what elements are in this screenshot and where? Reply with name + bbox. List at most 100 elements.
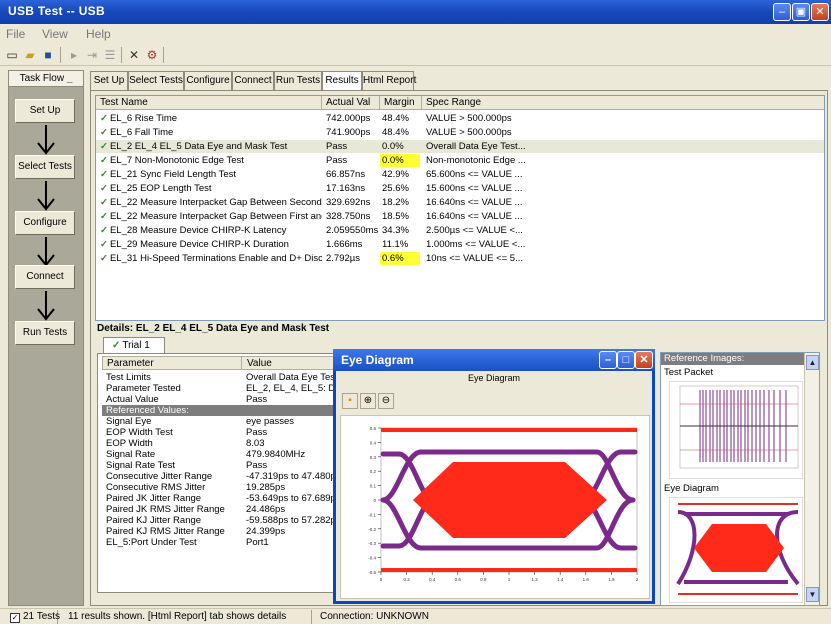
connection-status: Connection: UNKNOWN — [320, 611, 429, 622]
value-cell: eye passes — [246, 416, 295, 427]
minimize-button[interactable]: – — [773, 3, 791, 21]
flow-configure-button[interactable]: Configure — [15, 211, 75, 235]
tab-results[interactable]: Results — [322, 71, 362, 91]
scroll-down-button[interactable]: ▼ — [806, 587, 819, 602]
check-icon: ✓ — [100, 253, 108, 264]
save-icon[interactable]: ■ — [40, 47, 56, 63]
tab-trial-1[interactable]: ✓ Trial 1 — [103, 337, 165, 353]
spec-range-cell: 10ns <= VALUE <= 5... — [426, 253, 523, 264]
list-icon[interactable]: ☰ — [102, 47, 118, 63]
table-row[interactable]: ✓ EL_25 EOP Length Test 17.163ns 25.6% 15.60… — [96, 182, 824, 195]
test-packet-thumbnail[interactable] — [669, 381, 803, 479]
flow-connect-button[interactable]: Connect — [15, 265, 75, 289]
x-tick-label: 1.2 — [531, 577, 538, 582]
zoom-in-icon[interactable]: ⊕ — [360, 393, 376, 409]
toolbar: ▭ ▰ ■ ▸ ⇥ ☰ ✕ ⚙ — [0, 44, 831, 66]
close-button[interactable]: ✕ — [811, 3, 829, 21]
table-row[interactable]: ✓ EL_7 Non-Monotonic Edge Test Pass 0.0% Non… — [96, 154, 824, 167]
down-arrow-icon — [37, 181, 55, 211]
eye-plot[interactable]: 0.5 0.4 0.3 0.2 0.1 0 -0.1 -0.2 -0.3 -0.4 -0.5 0 0.2… — [340, 415, 650, 599]
maximize-button[interactable]: ▣ — [792, 3, 810, 21]
eye-minimize-button[interactable]: – — [599, 351, 617, 369]
zoom-out-icon[interactable]: ⊖ — [378, 393, 394, 409]
spec-range-cell: VALUE > 500.000ps — [426, 113, 512, 124]
test-name-cell: ✓ EL_28 Measure Device CHIRP-K Latency — [100, 225, 287, 236]
check-icon: ✓ — [100, 155, 108, 166]
open-folder-icon[interactable]: ▰ — [22, 47, 38, 63]
value-cell: 8.03 — [246, 438, 265, 449]
flow-select-tests-button[interactable]: Select Tests — [15, 155, 75, 179]
eye-maximize-button[interactable]: □ — [617, 351, 635, 369]
tab-select-tests[interactable]: Select Tests — [128, 71, 184, 90]
margin-cell: 42.9% — [382, 169, 409, 180]
test-name-cell: ✓ EL_6 Fall Time — [100, 127, 174, 138]
spec-range-cell: Non-monotonic Edge ... — [426, 155, 526, 166]
table-row[interactable]: ✓ EL_6 Fall Time 741.900ps 48.4% VALUE > 500… — [96, 126, 824, 139]
menu-view[interactable]: View — [42, 27, 68, 41]
check-icon: ✓ — [112, 340, 121, 351]
scroll-up-button[interactable]: ▲ — [806, 355, 819, 370]
y-tick-label: 0 — [373, 498, 376, 503]
tab-set-up[interactable]: Set Up — [90, 71, 128, 90]
flow-setup-button[interactable]: Set Up — [15, 99, 75, 123]
test-name-cell: ✓ EL_22 Measure Interpacket Gap Between S… — [100, 197, 322, 208]
check-icon: ✓ — [100, 197, 108, 208]
parameter-cell: EOP Width — [106, 438, 153, 449]
title-bar: USB Test -- USB – ▣ ✕ — [0, 0, 831, 24]
eye-window-titlebar[interactable]: Eye Diagram – □ ✕ — [333, 349, 655, 371]
test-name-cell: ✓ EL_2 EL_4 EL_5 Data Eye and Mask Test — [100, 141, 288, 152]
eye-diagram-thumbnail[interactable] — [669, 497, 803, 603]
table-row[interactable]: ✓ EL_22 Measure Interpacket Gap Between F… — [96, 210, 824, 223]
table-row[interactable]: ✓ EL_29 Measure Device CHIRP-K Duration 1.… — [96, 238, 824, 251]
table-row[interactable]: ✓ EL_21 Sync Field Length Test 66.857ns 42.… — [96, 168, 824, 181]
tab-html-report[interactable]: Html Report — [362, 71, 416, 90]
table-row[interactable]: ✓ EL_22 Measure Interpacket Gap Between S… — [96, 196, 824, 209]
reference-images-panel: Reference Images: Test Packet Eye Diagra… — [660, 352, 820, 606]
table-row[interactable]: ✓ EL_28 Measure Device CHIRP-K Latency 2.0… — [96, 224, 824, 237]
status-bar: ✓ 21 Tests 11 results shown. [Html Report… — [0, 608, 831, 624]
spec-range-cell: 16.640ns <= VALUE ... — [426, 197, 523, 208]
menu-file[interactable]: File — [6, 27, 25, 41]
tests-checkbox[interactable]: ✓ — [10, 613, 20, 623]
y-tick-label: 0.4 — [370, 440, 377, 445]
margin-cell: 0.6% — [380, 252, 420, 265]
col-margin[interactable]: Margin — [380, 96, 422, 110]
new-file-icon[interactable]: ▭ — [4, 47, 20, 63]
eye-close-button[interactable]: ✕ — [635, 351, 653, 369]
col-test-name[interactable]: Test Name — [96, 96, 322, 110]
menu-help[interactable]: Help — [86, 27, 111, 41]
value-cell: 24.399ps — [246, 526, 286, 537]
flow-run-tests-button[interactable]: Run Tests — [15, 321, 75, 345]
tab-configure[interactable]: Configure — [184, 71, 232, 90]
task-flow-header: Task Flow _ — [9, 71, 83, 87]
value-cell: -59.588ps to 57.282ps — [246, 515, 341, 526]
reference-images-scrollbar[interactable]: ▲ ▼ — [804, 353, 819, 605]
y-tick-label: -0.3 — [368, 541, 376, 546]
table-row[interactable]: ✓ EL_2 EL_4 EL_5 Data Eye and Mask Test Pa… — [96, 140, 824, 153]
spec-range-cell: 15.600ns <= VALUE ... — [426, 183, 523, 194]
col-spec-range[interactable]: Spec Range — [422, 96, 824, 110]
task-flow-panel: Task Flow _ Set Up Select Tests Configur… — [8, 70, 84, 606]
step-icon[interactable]: ⇥ — [84, 47, 100, 63]
value-cell: -47.319ps to 47.480ps — [246, 471, 341, 482]
results-table-header: Test Name Actual Val Margin Spec Range — [96, 96, 824, 110]
table-row[interactable]: ✓ EL_31 Hi-Speed Terminations Enable and … — [96, 252, 824, 265]
value-cell: 479.9840MHz — [246, 449, 306, 460]
parameter-cell: Parameter Tested — [106, 383, 181, 394]
down-arrow-icon — [37, 125, 55, 155]
run-icon[interactable]: ▸ — [66, 47, 82, 63]
eye-marker-icon[interactable]: ▪ — [342, 393, 358, 409]
table-row[interactable]: ✓ EL_6 Rise Time 742.000ps 48.4% VALUE > 500… — [96, 112, 824, 125]
tab-run-tests[interactable]: Run Tests — [274, 71, 322, 90]
col-value[interactable]: Value — [247, 358, 272, 369]
settings-icon[interactable]: ⚙ — [144, 47, 160, 63]
tab-connect[interactable]: Connect — [232, 71, 274, 90]
parameter-cell: EL_5:Port Under Test — [106, 537, 197, 548]
col-parameter[interactable]: Parameter — [107, 358, 154, 369]
delete-icon[interactable]: ✕ — [126, 47, 142, 63]
tests-count[interactable]: ✓ 21 Tests — [6, 610, 60, 624]
y-tick-label: -0.1 — [368, 512, 376, 517]
check-icon: ✓ — [100, 169, 108, 180]
spec-range-cell: 16.640ns <= VALUE ... — [426, 211, 523, 222]
col-actual-val[interactable]: Actual Val — [322, 96, 380, 110]
